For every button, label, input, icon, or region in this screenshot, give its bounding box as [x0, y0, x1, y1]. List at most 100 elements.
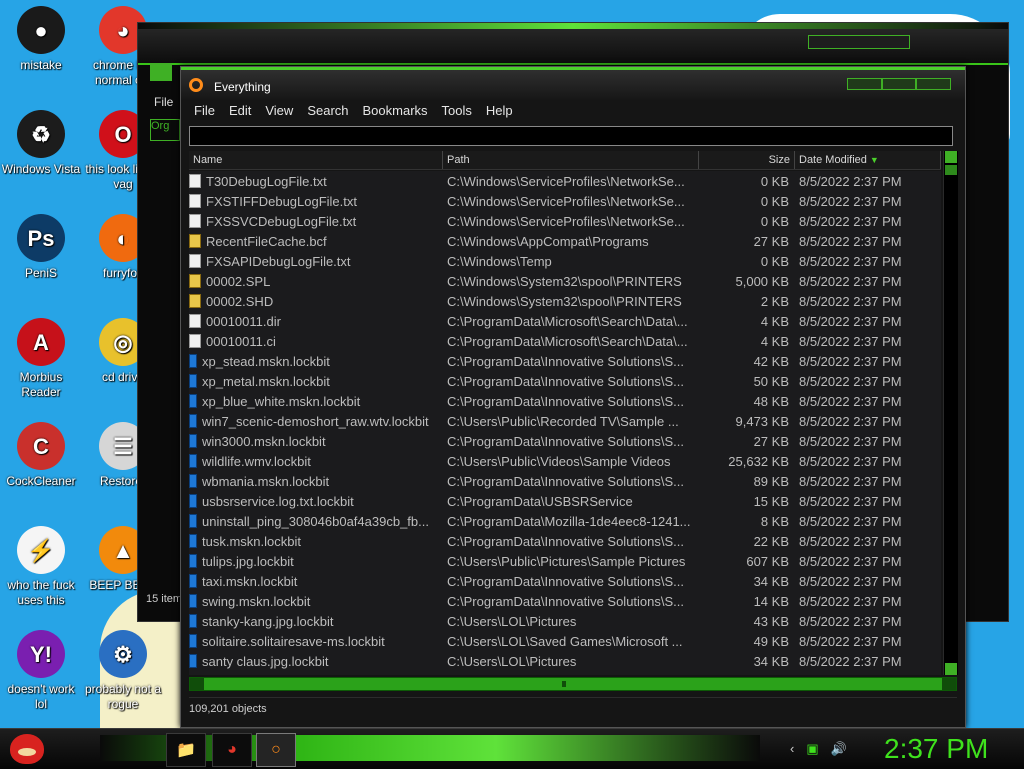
lockbit-file-icon [189, 394, 197, 408]
lockbit-file-icon [189, 354, 197, 368]
table-row[interactable]: tusk.mskn.lockbit C:\ProgramData\Innovati… [189, 531, 941, 551]
maximize-button[interactable] [881, 78, 917, 90]
scroll-right-icon[interactable] [942, 678, 956, 690]
table-row[interactable]: FXSSVCDebugLogFile.txt C:\Windows\Service… [189, 211, 941, 231]
column-header-path[interactable]: Path [443, 151, 699, 169]
column-header-name[interactable]: Name [189, 151, 443, 169]
lockbit-file-icon [189, 634, 197, 648]
table-row[interactable]: swing.mskn.lockbit C:\ProgramData\Innovat… [189, 591, 941, 611]
cell-size: 2 KB [760, 293, 789, 309]
everything-window[interactable]: Everything File Edit View Search Bookmarks To… [180, 66, 966, 728]
table-row[interactable]: FXSAPIDebugLogFile.txt C:\Windows\Temp 0 K… [189, 251, 941, 271]
clock[interactable]: 2:37 PM [884, 733, 988, 765]
table-row[interactable]: wildlife.wmv.lockbit C:\Users\Public\Vide… [189, 451, 941, 471]
text-file-icon [189, 254, 201, 268]
close-button[interactable] [916, 78, 952, 90]
file-name: wildlife.wmv.lockbit [202, 453, 311, 469]
file-name: 00010011.dir [206, 313, 281, 329]
cell-date: 8/5/2022 2:37 PM [799, 613, 902, 629]
menu-view[interactable]: View [258, 100, 300, 122]
table-row[interactable]: xp_blue_white.mskn.lockbit C:\ProgramData… [189, 391, 941, 411]
window-title: Everything [214, 80, 271, 94]
volume-icon[interactable]: 🔊 [831, 741, 847, 757]
explorer-window-controls[interactable] [808, 35, 910, 49]
cell-date: 8/5/2022 2:37 PM [799, 213, 902, 229]
table-row[interactable]: 00010011.dir C:\ProgramData\Microsoft\Sea… [189, 311, 941, 331]
minimize-button[interactable] [847, 78, 882, 90]
cell-date: 8/5/2022 2:37 PM [799, 633, 902, 649]
desktop-icon[interactable]: A Morbius Reader [0, 318, 82, 400]
table-row[interactable]: win3000.mskn.lockbit C:\ProgramData\Innov… [189, 431, 941, 451]
table-row[interactable]: xp_metal.mskn.lockbit C:\ProgramData\Inno… [189, 371, 941, 391]
desktop-icon[interactable]: C CockCleaner [0, 422, 82, 489]
menu-help[interactable]: Help [479, 100, 520, 122]
file-name: stanky-kang.jpg.lockbit [202, 613, 334, 629]
desktop-icon[interactable]: ♻ Windows Vista [0, 110, 82, 177]
cell-date: 8/5/2022 2:37 PM [799, 293, 902, 309]
table-row[interactable]: uninstall_ping_308046b0af4a39cb_fb... C:\… [189, 511, 941, 531]
menu-edit[interactable]: Edit [222, 100, 258, 122]
cell-date: 8/5/2022 2:37 PM [799, 313, 902, 329]
table-row[interactable]: RecentFileCache.bcf C:\Windows\AppCompat\… [189, 231, 941, 251]
tray-chevron-icon[interactable]: ‹ [790, 741, 794, 757]
network-icon[interactable]: ▣ [806, 741, 818, 757]
scroll-up-icon[interactable] [945, 151, 957, 163]
table-row[interactable]: xp_stead.mskn.lockbit C:\ProgramData\Inno… [189, 351, 941, 371]
table-row[interactable]: 00010011.ci C:\ProgramData\Microsoft\Sear… [189, 331, 941, 351]
scroll-thumb[interactable] [945, 165, 957, 175]
table-row[interactable]: 00002.SHD C:\Windows\System32\spool\PRINT… [189, 291, 941, 311]
back-arrow-icon[interactable] [150, 63, 172, 81]
scroll-down-icon[interactable] [945, 663, 957, 675]
cell-name: 00002.SPL [189, 274, 443, 289]
cell-size: 0 KB [760, 253, 789, 269]
cell-date: 8/5/2022 2:37 PM [799, 273, 902, 289]
desktop-icon[interactable]: ⚡ who the fuck uses this [0, 526, 82, 608]
table-row[interactable]: santy claus.jpg.lockbit C:\Users\LOL\Pict… [189, 651, 941, 671]
table-row[interactable]: win7_scenic-demoshort_raw.wtv.lockbit C:\… [189, 411, 941, 431]
desktop-icon[interactable]: ● mistake [0, 6, 82, 73]
table-row[interactable]: taxi.mskn.lockbit C:\ProgramData\Innovati… [189, 571, 941, 591]
table-row[interactable]: wbmania.mskn.lockbit C:\ProgramData\Innov… [189, 471, 941, 491]
cell-size: 607 KB [746, 553, 789, 569]
results-list[interactable]: T30DebugLogFile.txt C:\Windows\ServicePro… [189, 171, 941, 675]
table-row[interactable]: tulips.jpg.lockbit C:\Users\Public\Pictur… [189, 551, 941, 571]
desktop-icon-label: probably not a rogue [84, 682, 162, 711]
scroll-left-icon[interactable] [190, 678, 204, 690]
menu-file[interactable]: File [187, 100, 222, 122]
desktop-icon[interactable]: ⚙ probably not a rogue [82, 630, 164, 712]
file-name: xp_blue_white.mskn.lockbit [202, 393, 361, 409]
everything-search-icon [189, 78, 203, 92]
taskbar-button-everything[interactable]: ○ [256, 733, 296, 767]
taskbar-button-explorer[interactable]: 📁 [166, 733, 206, 767]
column-header-date-modified[interactable]: Date Modified ▼ [795, 151, 941, 169]
desktop-icon[interactable]: Y! doesn't work lol [0, 630, 82, 712]
cell-path: C:\Windows\ServiceProfiles\NetworkSe... [447, 173, 685, 189]
menu-tools[interactable]: Tools [435, 100, 479, 122]
cell-name: xp_blue_white.mskn.lockbit [189, 394, 443, 409]
table-row[interactable]: usbsrservice.log.txt.lockbit C:\ProgramDa… [189, 491, 941, 511]
everything-titlebar[interactable]: Everything [181, 67, 965, 100]
table-row[interactable]: stanky-kang.jpg.lockbit C:\Users\LOL\Pict… [189, 611, 941, 631]
cell-date: 8/5/2022 2:37 PM [799, 573, 902, 589]
search-input[interactable] [189, 126, 953, 146]
cell-path: C:\ProgramData\Innovative Solutions\S... [447, 573, 685, 589]
scroll-grip[interactable] [562, 681, 566, 687]
table-row[interactable]: 00002.SPL C:\Windows\System32\spool\PRINT… [189, 271, 941, 291]
explorer-organize-button[interactable]: Org [150, 119, 180, 141]
cell-path: C:\ProgramData\Innovative Solutions\S... [447, 533, 685, 549]
table-row[interactable]: solitaire.solitairesave-ms.lockbit C:\Use… [189, 631, 941, 651]
vertical-scrollbar[interactable] [943, 151, 958, 675]
cell-date: 8/5/2022 2:37 PM [799, 353, 902, 369]
system-tray: ‹ ▣ 🔊 [790, 741, 847, 757]
desktop-icon[interactable]: Ps PeniS [0, 214, 82, 281]
table-row[interactable]: T30DebugLogFile.txt C:\Windows\ServicePro… [189, 171, 941, 191]
explorer-menu-file[interactable]: File [154, 95, 173, 109]
cell-path: C:\Users\LOL\Pictures [447, 653, 577, 669]
horizontal-scrollbar[interactable] [189, 677, 957, 691]
start-button[interactable] [6, 729, 48, 769]
column-header-size[interactable]: Size [699, 151, 795, 169]
table-row[interactable]: FXSTIFFDebugLogFile.txt C:\Windows\Servic… [189, 191, 941, 211]
menu-bookmarks[interactable]: Bookmarks [356, 100, 435, 122]
taskbar-button-chrome[interactable]: ◕ [212, 733, 252, 767]
menu-search[interactable]: Search [300, 100, 355, 122]
